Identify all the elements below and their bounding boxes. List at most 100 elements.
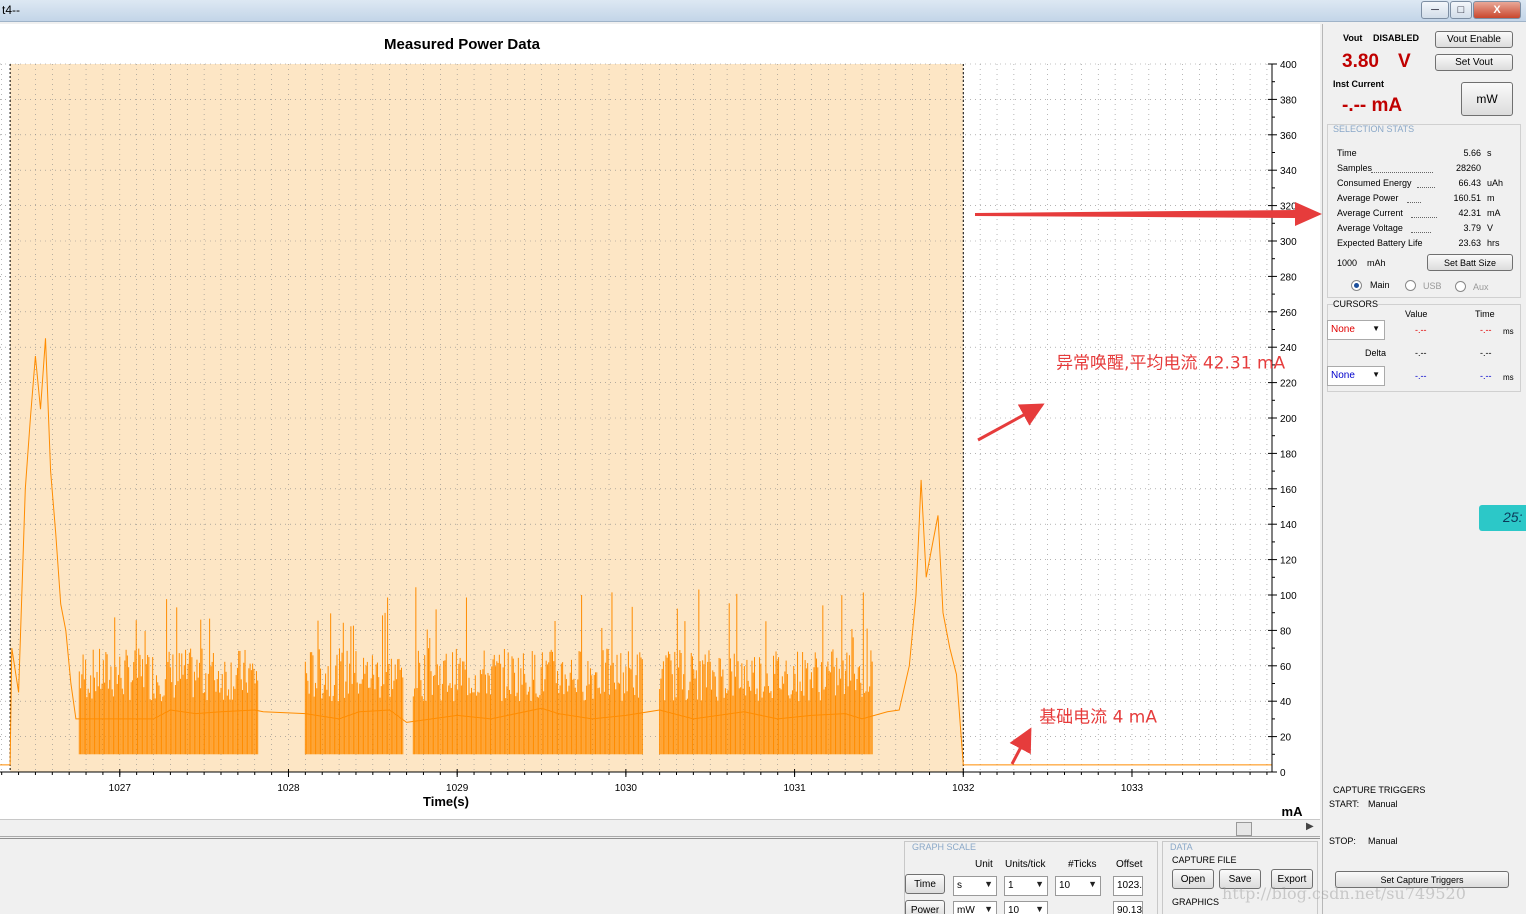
stat-leader [1371,172,1433,173]
scroll-right-icon[interactable]: ▶ [1306,821,1314,832]
chevron-down-icon: ▼ [984,904,993,914]
time-units-tick-select[interactable]: 1 ▼ [1004,876,1048,896]
radio-main[interactable] [1351,280,1362,291]
set-vout-button[interactable]: Set Vout [1435,54,1513,71]
stat-name: Average Voltage [1337,223,1403,233]
maximize-button[interactable]: □ [1450,1,1472,19]
offset-header: Offset [1116,859,1143,870]
radio-aux-label: Aux [1473,282,1489,292]
stat-name: Samples [1337,163,1373,173]
time-unit-value: s [957,880,962,891]
annotation-arrow-anomaly [977,403,1045,442]
capture-triggers-title: CAPTURE TRIGGERS [1333,785,1426,795]
ticks-header: #Ticks [1068,859,1097,870]
time-scale-button[interactable]: Time [905,874,945,894]
title-bar: t4-- ─ □ X [0,0,1526,22]
stop-value: Manual [1368,836,1398,846]
stat-name: Expected Battery Life [1337,238,1423,248]
chevron-down-icon: ▼ [1088,879,1097,889]
stat-row: Samples 28260 [1337,163,1513,178]
time-unit-select[interactable]: s ▼ [953,876,997,896]
chart-title: Measured Power Data [384,36,541,53]
scrollbar-thumb[interactable] [1236,822,1252,836]
y-tick-label: 280 [1280,272,1297,283]
power-unit-value: mW [957,905,975,914]
y-tick-label: 40 [1280,697,1292,708]
stat-value: 160.51 [1453,193,1481,203]
close-button[interactable]: X [1473,1,1521,19]
power-unit-select[interactable]: mW ▼ [953,901,997,914]
cursor-time-header: Time [1475,309,1495,319]
power-offset-input[interactable]: 90.13 [1113,901,1143,914]
time-offset-input[interactable]: 1023. [1113,876,1143,896]
inst-current-value: -.-- mA [1342,95,1403,116]
vout-unit: V [1398,51,1411,72]
y-tick-label: 380 [1280,95,1297,106]
chevron-down-icon: ▼ [984,879,993,889]
cursor1-select[interactable]: None ▼ [1327,320,1385,340]
vout-enable-button[interactable]: Vout Enable [1435,31,1513,48]
x-tick-label: 1032 [952,783,975,794]
power-chart-svg[interactable]: 0204060801001201401601802002202402602803… [0,24,1320,819]
y-tick-label: 260 [1280,308,1297,319]
x-tick-label: 1029 [446,783,469,794]
stat-value: 28260 [1455,163,1481,173]
stat-value: 42.31 [1458,208,1481,218]
cursor2-time-unit: ms [1503,373,1514,382]
time-ticks-value: 10 [1059,880,1071,891]
vout-label: Vout [1343,33,1363,43]
selection-stats-title: SELECTION STATS [1333,124,1415,134]
unit-header: Unit [975,859,993,870]
chevron-down-icon: ▼ [1372,324,1380,333]
stat-row: Time 5.66 s [1337,148,1513,163]
stat-unit: mA [1487,208,1501,218]
batt-size-value: 1000 [1337,258,1358,268]
stat-leader [1407,202,1421,203]
graphics-label: GRAPHICS [1172,897,1220,907]
cursor2-select[interactable]: None ▼ [1327,366,1385,386]
time-ticks-select[interactable]: 10 ▼ [1055,876,1101,896]
mw-toggle-button[interactable]: mW [1461,82,1513,116]
y-tick-label: 120 [1280,556,1297,567]
watermark: http://blog.csdn.net/su749520 [1222,884,1466,903]
stop-label: STOP: [1329,836,1356,846]
delta-time: -.-- [1480,348,1492,358]
graph-scale-title: GRAPH SCALE [912,842,977,852]
annotations: 异常唤醒,平均电流 42.31 mA 基础电流 4 mA [1039,353,1285,727]
power-units-tick-select[interactable]: 10 ▼ [1004,901,1048,914]
y-tick-label: 300 [1280,237,1297,248]
stat-unit: uAh [1487,178,1504,188]
stat-value: 23.63 [1458,238,1481,248]
stat-row: Expected Battery Life 23.63 hrs [1337,238,1513,253]
y-tick-label: 340 [1280,166,1297,177]
power-scale-button[interactable]: Power [905,900,945,914]
stat-row: Average Power 160.51 m [1337,193,1513,208]
y-tick-label: 180 [1280,449,1297,460]
stat-row: Average Current 42.31 mA [1337,208,1513,223]
power-chart[interactable]: 0 20 40 60 80 100 120 140 160 180 200 220 240 260 280 3… [0,24,1320,819]
minimize-button[interactable]: ─ [1421,1,1449,19]
bottom-controls: GRAPH SCALE Unit Units/tick #Ticks Offse… [0,838,1320,914]
delta-value: -.-- [1415,348,1427,358]
stat-unit: m [1487,193,1495,203]
y-tick-label: 160 [1280,485,1297,496]
radio-usb[interactable] [1405,280,1416,291]
cursors-title: CURSORS [1333,299,1379,309]
horizontal-scrollbar[interactable]: ▶ [0,819,1320,837]
stat-unit: hrs [1487,238,1500,248]
set-batt-size-button[interactable]: Set Batt Size [1427,254,1513,271]
open-button[interactable]: Open [1172,869,1214,889]
y-tick-label: 220 [1280,379,1297,390]
cursor1-time: -.-- [1480,325,1492,335]
radio-aux[interactable] [1455,281,1466,292]
radio-usb-label: USB [1423,281,1442,291]
floating-timer-tab[interactable]: 25: [1479,505,1526,531]
chevron-down-icon: ▼ [1035,879,1044,889]
units-tick-header: Units/tick [1005,859,1046,870]
window-title: t4-- [2,3,20,17]
stat-name: Average Power [1337,193,1399,203]
x-tick-label: 1031 [783,783,806,794]
radio-main-label: Main [1370,280,1390,290]
time-units-tick-value: 1 [1008,880,1014,891]
annotation-text: 异常唤醒,平均电流 42.31 mA [1056,353,1285,373]
